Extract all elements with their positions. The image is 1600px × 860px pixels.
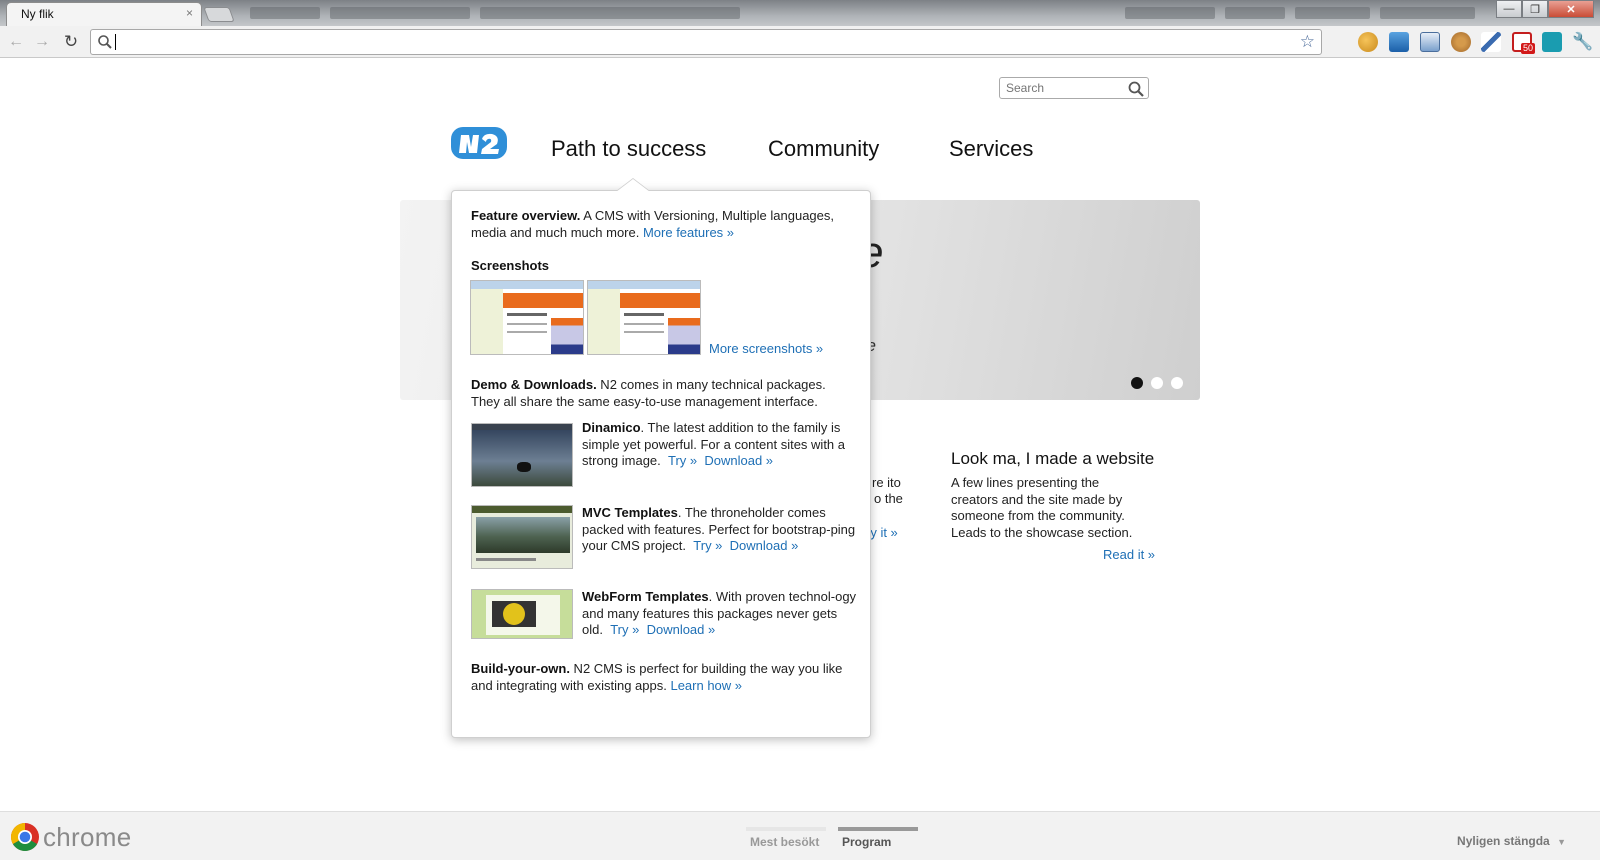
n2-logo[interactable]: [451, 125, 509, 161]
tab-indicator: [746, 827, 826, 831]
path-to-success-dropdown: Feature overview. A CMS with Versioning,…: [451, 179, 871, 738]
recently-closed-menu[interactable]: Nyligen stängda ▼: [1457, 834, 1566, 848]
feature-overview: Feature overview. A CMS with Versioning,…: [471, 208, 851, 241]
chrome-logo-icon: [11, 823, 39, 851]
feature-overview-title: Feature overview.: [471, 208, 581, 223]
maximize-icon[interactable]: ❐: [1522, 0, 1548, 18]
tab-label: Mest besökt: [750, 835, 820, 849]
star-icon[interactable]: ☆: [1300, 32, 1315, 52]
search-icon[interactable]: [1127, 80, 1145, 98]
minimize-icon[interactable]: —: [1496, 0, 1522, 18]
blurred-taskbar-region: [1295, 7, 1370, 19]
slide-dot-3[interactable]: [1171, 377, 1183, 389]
slide-dot-2[interactable]: [1151, 377, 1163, 389]
blurred-taskbar-region: [1225, 7, 1285, 19]
tab-title: Ny flik: [21, 7, 54, 21]
search-input[interactable]: [1006, 80, 1121, 96]
try-link[interactable]: Try »: [610, 622, 639, 637]
extension-screenshot-icon[interactable]: [1389, 32, 1409, 52]
demo-downloads: Demo & Downloads. N2 comes in many techn…: [471, 377, 856, 410]
middle-column-text: o the: [874, 491, 903, 506]
package-dinamico: Dinamico. The latest addition to the fam…: [582, 420, 857, 470]
blurred-taskbar-region: [1125, 7, 1215, 19]
screenshots-heading: Screenshots: [471, 258, 550, 273]
package-name: WebForm Templates: [582, 589, 709, 604]
window-close-icon[interactable]: ✕: [1548, 0, 1594, 18]
read-it-link[interactable]: Read it »: [1103, 547, 1155, 562]
reload-icon[interactable]: ↻: [61, 32, 81, 52]
nav-community[interactable]: Community: [768, 136, 879, 162]
package-webform-templates: WebForm Templates. With proven technol-o…: [582, 589, 857, 639]
package-mvc-templates: MVC Templates. The throneholder comes pa…: [582, 505, 857, 555]
nav-path-to-success[interactable]: Path to success: [551, 136, 706, 162]
blurred-taskbar-region: [250, 7, 320, 19]
tab-indicator: [838, 827, 918, 831]
extension-cookie-icon[interactable]: [1358, 32, 1378, 52]
address-input[interactable]: [115, 33, 1285, 51]
forward-icon[interactable]: →: [32, 32, 52, 52]
blurred-taskbar-region: [330, 7, 470, 19]
showcase-heading: Look ma, I made a website: [951, 449, 1155, 468]
back-icon[interactable]: ←: [6, 32, 26, 52]
build-your-own: Build-your-own. N2 CMS is perfect for bu…: [471, 661, 856, 694]
window-titlebar: Ny flik × — ❐ ✕: [0, 0, 1600, 26]
recently-closed-label: Nyligen stängda: [1457, 834, 1550, 848]
tab-label: Program: [842, 835, 892, 849]
browser-toolbar: ← → ↻ ☆ 50 🔧: [0, 26, 1600, 58]
unread-count-badge: 50: [1520, 43, 1535, 54]
try-link[interactable]: Try »: [668, 453, 697, 468]
learn-how-link[interactable]: Learn how »: [670, 678, 742, 693]
dropdown-pointer: [616, 179, 650, 192]
extension-reader-icon[interactable]: [1542, 32, 1562, 52]
package-name: MVC Templates: [582, 505, 678, 520]
dinamico-thumbnail[interactable]: [471, 423, 573, 487]
download-link[interactable]: Download »: [704, 453, 773, 468]
wrench-icon[interactable]: 🔧: [1572, 32, 1593, 52]
chrome-wordmark: chrome: [43, 822, 132, 852]
middle-column-text: re ito: [872, 475, 901, 490]
new-tab-footer: chrome Mest besökt Program Nyligen stäng…: [0, 811, 1600, 860]
webform-templates-thumbnail[interactable]: [471, 589, 573, 639]
nav-services[interactable]: Services: [949, 136, 1033, 162]
search-icon: [98, 35, 112, 49]
more-features-link[interactable]: More features »: [643, 225, 734, 240]
more-screenshots-link[interactable]: More screenshots »: [709, 341, 823, 358]
download-link[interactable]: Download »: [730, 538, 799, 553]
site-search[interactable]: [999, 77, 1149, 99]
chevron-down-icon: ▼: [1557, 837, 1566, 847]
build-your-own-title: Build-your-own.: [471, 661, 570, 676]
download-link[interactable]: Download »: [647, 622, 716, 637]
browser-tab[interactable]: Ny flik ×: [6, 2, 202, 26]
screenshot-thumbnail[interactable]: [587, 280, 701, 355]
screenshot-thumbnail[interactable]: [470, 280, 584, 355]
extension-cookies-icon[interactable]: [1451, 32, 1471, 52]
extension-window-icon[interactable]: [1420, 32, 1440, 52]
blurred-taskbar-region: [480, 7, 740, 19]
mvc-templates-thumbnail[interactable]: [471, 505, 573, 569]
address-bar[interactable]: ☆: [90, 29, 1322, 55]
showcase-text: A few lines presenting the creators and …: [951, 475, 1133, 540]
new-tab-button[interactable]: [203, 7, 235, 22]
try-link[interactable]: Try »: [693, 538, 722, 553]
package-name: Dinamico: [582, 420, 641, 435]
extension-eyedropper-icon[interactable]: [1481, 32, 1501, 52]
tab-most-visited[interactable]: Mest besökt: [746, 827, 826, 855]
demo-downloads-title: Demo & Downloads.: [471, 377, 597, 392]
tab-apps[interactable]: Program: [838, 827, 918, 855]
slide-dot-1[interactable]: [1131, 377, 1143, 389]
blurred-taskbar-region: [1380, 7, 1475, 19]
gmail-notifier-icon[interactable]: 50: [1512, 32, 1535, 54]
tab-close-icon[interactable]: ×: [186, 6, 193, 20]
